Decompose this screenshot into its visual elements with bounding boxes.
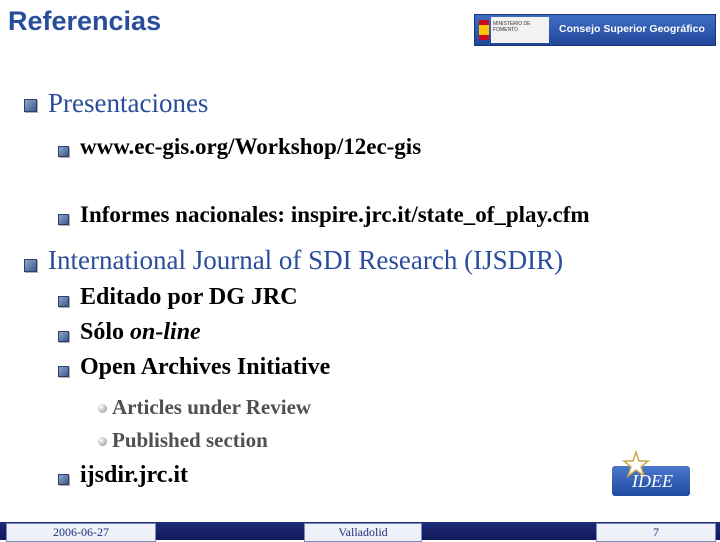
bullet-dot-icon — [98, 404, 107, 413]
banner-text: Consejo Superior Geográfico — [559, 23, 705, 35]
bullet-square-icon — [58, 331, 69, 342]
bullet-square-icon — [58, 366, 69, 377]
item-url-workshop[interactable]: www.ec-gis.org/Workshop/12ec-gis — [80, 134, 421, 160]
header-banner: MINISTERIO DE FOMENTO Consejo Superior G… — [474, 14, 716, 46]
item-informes[interactable]: Informes nacionales: inspire.jrc.it/stat… — [80, 202, 590, 228]
online-italic: on-line — [130, 319, 201, 345]
item-presentaciones: Presentaciones — [48, 88, 209, 118]
bullet-square-icon — [58, 146, 69, 157]
footer-place: Valladolid — [304, 523, 422, 542]
idee-logo-text: IDEE — [632, 471, 673, 491]
item-published: Published section — [112, 428, 268, 452]
footer-page-number: 7 — [596, 523, 716, 542]
bullet-square-icon — [58, 474, 69, 485]
footer-date: 2006-06-27 — [6, 523, 156, 542]
item-open-archives: Open Archives Initiative — [80, 354, 331, 380]
bullet-square-icon — [24, 99, 37, 112]
item-solo-online: Sólo on-line — [80, 319, 201, 346]
spain-flag-icon — [479, 20, 489, 40]
bullet-dot-icon — [98, 437, 107, 446]
item-ijsdir-url[interactable]: ijsdir.jrc.it — [80, 462, 188, 489]
bullet-square-icon — [58, 214, 69, 225]
solo-prefix: Sólo — [80, 319, 131, 345]
item-ijsdir: International Journal of SDI Research (I… — [48, 245, 564, 275]
slide-title: Referencias — [8, 6, 162, 36]
bullet-square-icon — [58, 296, 69, 307]
item-articles: Articles under Review — [112, 395, 312, 419]
item-editado: Editado por DG JRC — [80, 284, 298, 310]
ministry-logo-text: MINISTERIO DE FOMENTO — [493, 21, 531, 33]
bullet-square-icon — [24, 259, 37, 272]
